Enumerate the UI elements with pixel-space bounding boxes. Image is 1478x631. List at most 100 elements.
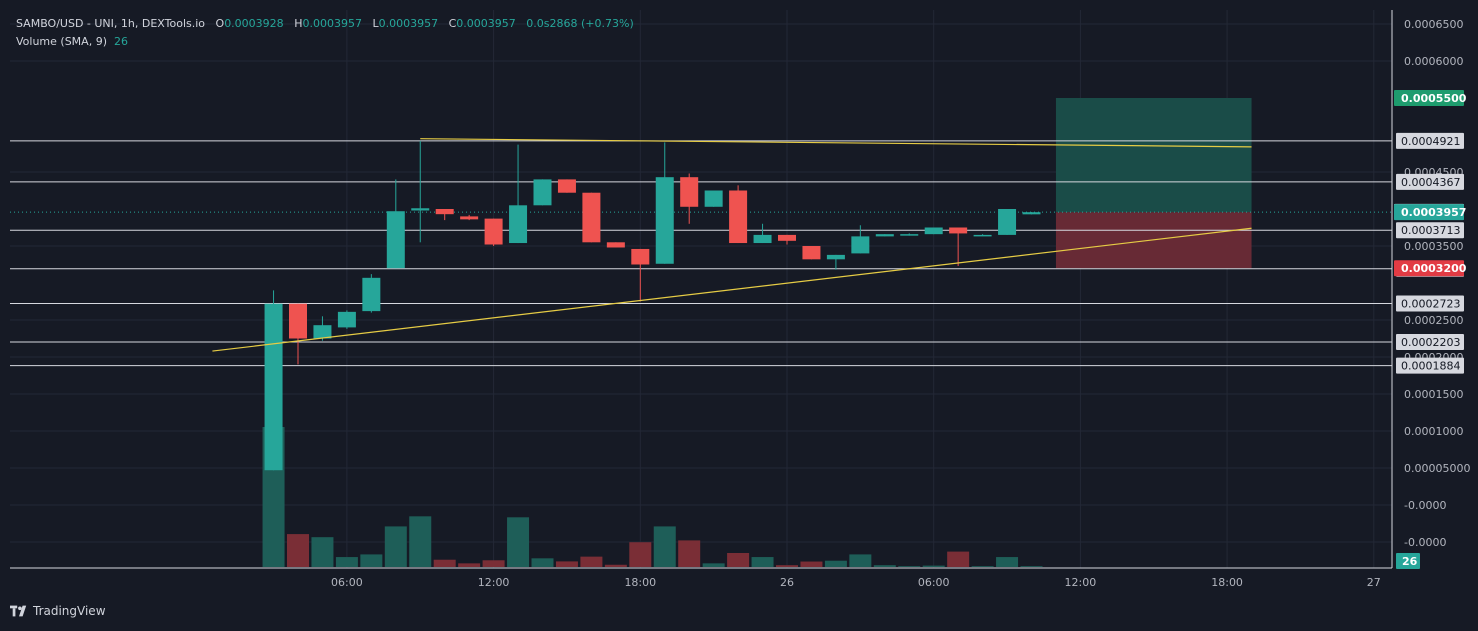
candle-body bbox=[973, 234, 992, 237]
change-value: 0.0s2868 (+0.73%) bbox=[526, 17, 634, 30]
volume-bar bbox=[458, 563, 481, 567]
candle-body bbox=[582, 192, 601, 243]
volume-bar bbox=[482, 560, 505, 567]
candle-body bbox=[680, 177, 699, 207]
symbol-legend: SAMBO/USD - UNI, 1h, DEXTools.io O0.0003… bbox=[16, 17, 634, 30]
candle-body bbox=[313, 325, 332, 339]
price-tick-label: 0.0001000 bbox=[1404, 425, 1464, 438]
volume-bar bbox=[580, 556, 603, 567]
candle-body bbox=[533, 179, 552, 206]
candle-body bbox=[778, 234, 796, 241]
profit-zone bbox=[1055, 98, 1252, 213]
volume-bar bbox=[702, 563, 725, 567]
candle-body bbox=[998, 209, 1017, 235]
time-tick-label: 18:00 bbox=[1211, 576, 1243, 589]
volume-bar bbox=[409, 516, 432, 567]
candle-body bbox=[484, 218, 503, 245]
candle-body bbox=[826, 254, 845, 260]
volume-bar bbox=[360, 554, 383, 567]
volume-bar bbox=[629, 542, 652, 567]
tradingview-logo[interactable]: TradingView bbox=[10, 604, 106, 618]
volume-bar bbox=[384, 526, 407, 567]
price-badge-label: 0.0003957 bbox=[1401, 206, 1466, 219]
volume-bar bbox=[507, 517, 530, 567]
candle-body bbox=[900, 234, 919, 236]
volume-bar bbox=[996, 557, 1019, 567]
time-tick-label: 26 bbox=[780, 576, 794, 589]
time-tick-label: 06:00 bbox=[918, 576, 950, 589]
candle-body bbox=[753, 234, 772, 244]
volume-bar bbox=[287, 534, 309, 567]
volume-bar bbox=[604, 564, 627, 567]
candle-body bbox=[337, 311, 356, 328]
price-badge-label: 0.0005500 bbox=[1401, 92, 1467, 105]
level-badge-label: 0.0002203 bbox=[1401, 336, 1461, 349]
volume-bar bbox=[776, 565, 798, 567]
tradingview-icon bbox=[10, 605, 27, 617]
candle-body bbox=[386, 211, 405, 269]
candle-body bbox=[631, 248, 650, 265]
candle-body bbox=[289, 303, 307, 339]
volume-badge-label: 26 bbox=[1402, 555, 1418, 568]
candle-body bbox=[924, 227, 943, 235]
volume-bar bbox=[898, 566, 921, 567]
price-tick-label: 0.00005000 bbox=[1404, 462, 1470, 475]
volume-bar bbox=[653, 526, 676, 567]
candle-body bbox=[729, 190, 748, 244]
open-label: O bbox=[215, 17, 225, 30]
candle-body bbox=[704, 190, 723, 207]
volume-bar bbox=[922, 565, 945, 567]
candle-body bbox=[1022, 212, 1041, 215]
level-badge-label: 0.0003713 bbox=[1401, 224, 1461, 237]
tradingview-brand: TradingView bbox=[33, 604, 106, 618]
volume-bar bbox=[751, 557, 774, 567]
high-value: 0.0003957 bbox=[302, 17, 362, 30]
volume-bar bbox=[849, 554, 872, 567]
volume-bar bbox=[335, 557, 358, 567]
volume-legend: Volume (SMA, 9) 26 bbox=[16, 35, 128, 48]
volume-bar bbox=[555, 561, 578, 567]
volume-bar bbox=[531, 558, 554, 567]
price-tick-label: 0.0002500 bbox=[1404, 314, 1464, 327]
chart-background bbox=[0, 0, 1478, 631]
level-badge-label: 0.0001884 bbox=[1401, 360, 1461, 373]
candle-body bbox=[435, 209, 454, 215]
candle-body bbox=[557, 179, 576, 193]
candle-body bbox=[460, 216, 479, 220]
price-tick-label: -0.0000 bbox=[1404, 536, 1446, 549]
price-tick-label: 0.0001500 bbox=[1404, 388, 1464, 401]
candle-body bbox=[851, 236, 870, 254]
price-tick-label: -0.0000 bbox=[1404, 499, 1446, 512]
candle-body bbox=[264, 303, 283, 471]
volume-bar bbox=[824, 560, 847, 567]
volume-bar bbox=[800, 561, 823, 567]
price-tick-label: 0.0003500 bbox=[1404, 240, 1464, 253]
candle-body bbox=[362, 277, 381, 312]
time-tick-label: 12:00 bbox=[1065, 576, 1097, 589]
time-tick-label: 18:00 bbox=[624, 576, 656, 589]
time-tick-label: 12:00 bbox=[478, 576, 510, 589]
close-value: 0.0003957 bbox=[456, 17, 516, 30]
volume-bar bbox=[727, 553, 750, 567]
volume-bar bbox=[433, 559, 456, 567]
price-badge-label: 0.0003200 bbox=[1401, 262, 1467, 275]
time-tick-label: 06:00 bbox=[331, 576, 363, 589]
volume-bar bbox=[678, 540, 701, 567]
candle-body bbox=[949, 227, 968, 234]
price-chart[interactable]: 0.00065000.00060000.00045000.00035000.00… bbox=[0, 0, 1478, 631]
volume-bar bbox=[873, 565, 896, 567]
volume-bar bbox=[971, 566, 994, 567]
price-tick-label: 0.0006000 bbox=[1404, 55, 1464, 68]
volume-bar bbox=[1020, 566, 1043, 567]
volume-value: 26 bbox=[113, 35, 128, 48]
candle-body bbox=[802, 246, 821, 260]
open-value: 0.0003928 bbox=[224, 17, 284, 30]
candle-body bbox=[606, 242, 625, 248]
level-badge-label: 0.0004367 bbox=[1401, 176, 1461, 189]
time-tick-label: 27 bbox=[1367, 576, 1381, 589]
low-value: 0.0003957 bbox=[378, 17, 439, 30]
symbol-title: SAMBO/USD - UNI, 1h, DEXTools.io bbox=[16, 17, 206, 30]
candle-body bbox=[655, 177, 674, 264]
volume-bar bbox=[311, 537, 334, 567]
level-badge-label: 0.0002723 bbox=[1401, 297, 1461, 310]
